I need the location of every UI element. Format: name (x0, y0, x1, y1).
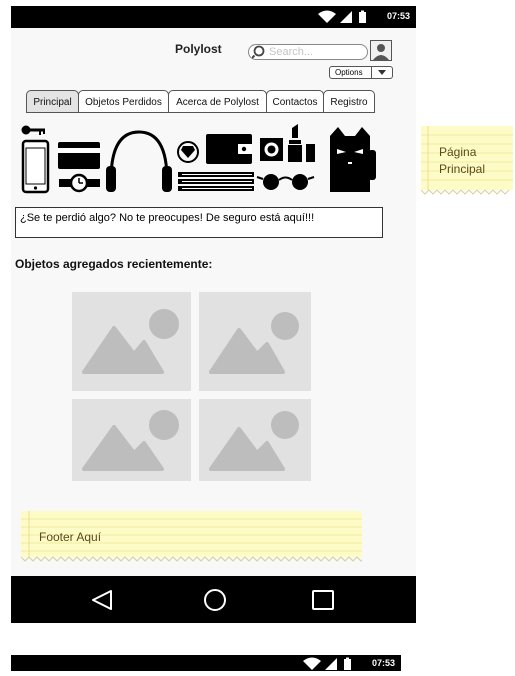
home-icon[interactable] (203, 589, 227, 611)
image-placeholder-icon (209, 411, 299, 471)
battery-icon (359, 12, 366, 23)
tab-acerca-de-polylost[interactable]: Acerca de Polylost (168, 90, 267, 113)
navigation-bar (11, 576, 416, 623)
status-time: 07:53 (386, 11, 410, 21)
wifi-icon (318, 10, 336, 23)
annotation-line-2: Principal (439, 162, 486, 176)
tab-contactos[interactable]: Contactos (266, 90, 324, 113)
tab-objetos-perdidos[interactable]: Objetos Perdidos (78, 90, 169, 113)
recent-item-thumbnail[interactable] (199, 292, 311, 391)
image-placeholder-icon (209, 312, 299, 374)
hero-icons (21, 124, 376, 194)
wifi-icon (303, 657, 321, 670)
credit-card-icon (58, 142, 100, 169)
recent-apps-icon[interactable] (311, 589, 335, 611)
options-dropdown[interactable]: Options (329, 66, 393, 79)
lucky-cat-icon (330, 127, 376, 192)
search-input[interactable] (269, 45, 361, 59)
watch-icon (59, 173, 100, 193)
recent-item-thumbnail[interactable] (72, 399, 191, 481)
status-icons (303, 657, 363, 676)
signal-icon (340, 11, 352, 23)
chevron-down-icon (371, 67, 393, 78)
status-icons (318, 10, 378, 29)
image-placeholder-icon (82, 309, 179, 374)
status-time: 07:53 (371, 658, 395, 668)
wallet-icon (206, 134, 252, 164)
recent-item-thumbnail[interactable] (72, 292, 191, 391)
tab-principal[interactable]: Principal (26, 90, 79, 113)
books-icon (178, 172, 254, 191)
signal-icon (325, 658, 337, 670)
page-annotation-note: Página Principal (421, 126, 513, 195)
image-placeholder-icon (82, 410, 179, 471)
search-box[interactable] (248, 44, 368, 60)
options-label: Options (335, 68, 363, 77)
search-icon (252, 45, 265, 59)
headphones-icon (106, 130, 172, 192)
back-icon[interactable] (90, 589, 114, 611)
diamond-ring-icon (177, 141, 199, 163)
sunglasses-icon (256, 174, 315, 190)
battery-icon (344, 659, 351, 670)
note-lines (421, 126, 513, 195)
key-icon (21, 125, 45, 135)
recent-item-thumbnail[interactable] (199, 399, 311, 481)
status-bar: 07:53 (11, 6, 416, 28)
lipstick-icon (288, 124, 315, 162)
main-tabs: Principal Objetos Perdidos Acerca de Pol… (26, 90, 375, 113)
recent-items-title: Objetos agregados recientemente: (15, 257, 213, 271)
annotation-line-1: Página (439, 145, 477, 159)
welcome-message: ¿Se te perdió algo? No te preocupes! De … (15, 207, 383, 238)
condom-icon (260, 138, 283, 161)
footer-note-text: Footer Aquí (39, 530, 102, 544)
footer-note: Footer Aquí (21, 511, 362, 562)
smartphone-icon (21, 139, 50, 194)
user-avatar-icon[interactable] (370, 40, 392, 61)
second-status-bar: 07:53 (11, 655, 401, 671)
app-title: Polylost (175, 42, 222, 56)
tab-registro[interactable]: Registro (323, 90, 375, 113)
